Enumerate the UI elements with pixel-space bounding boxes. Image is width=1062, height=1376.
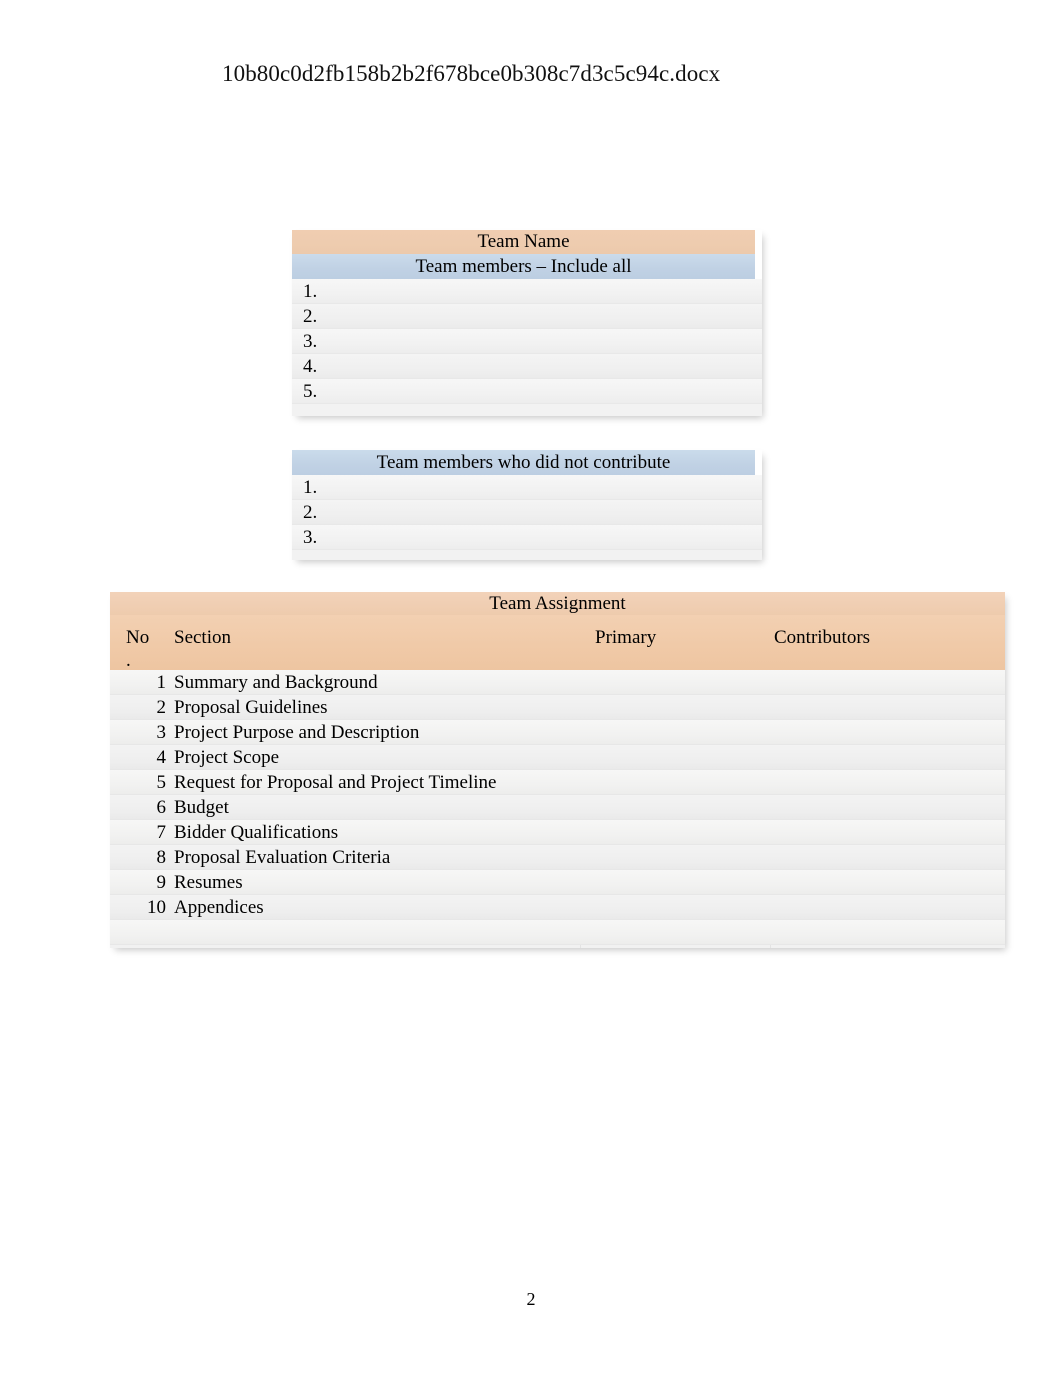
no-contribute-table: Team members who did not contribute 1. 2… xyxy=(292,450,762,560)
table-row[interactable]: 3 Project Purpose and Description xyxy=(110,720,1005,745)
team-member-index: 2. xyxy=(303,306,318,327)
cell-section: Bidder Qualifications xyxy=(174,822,339,843)
team-member-row[interactable]: 2. xyxy=(292,304,762,329)
cell-no: 7 xyxy=(156,822,167,843)
team-name-table: Team Name Team members – Include all 1. … xyxy=(292,230,762,416)
column-header-no-line2: . xyxy=(126,650,131,671)
column-header-contributors: Contributors xyxy=(774,627,871,648)
cell-section: Proposal Guidelines xyxy=(174,697,328,718)
table-row[interactable]: 7 Bidder Qualifications xyxy=(110,820,1005,845)
team-member-index: 3. xyxy=(303,331,318,352)
table-row[interactable]: 8 Proposal Evaluation Criteria xyxy=(110,845,1005,870)
team-assignment-title: Team Assignment xyxy=(110,592,1005,615)
cell-no: 10 xyxy=(147,897,166,918)
team-assignment-header-row: No . Section Primary Contributors xyxy=(110,615,1005,672)
team-assignment-body: 1 Summary and Background 2 Proposal Guid… xyxy=(110,670,1005,948)
team-member-row[interactable]: 1. xyxy=(292,279,762,304)
team-member-row[interactable]: 4. xyxy=(292,354,762,379)
cell-section: Proposal Evaluation Criteria xyxy=(174,847,391,868)
cell-section: Summary and Background xyxy=(174,672,378,693)
cell-section: Resumes xyxy=(174,872,243,893)
table-row[interactable]: 6 Budget xyxy=(110,795,1005,820)
cell-no: 2 xyxy=(156,697,167,718)
team-name-title: Team Name xyxy=(292,230,755,254)
team-member-row[interactable]: 5. xyxy=(292,379,762,404)
column-header-section: Section xyxy=(174,627,231,648)
table-row[interactable]: 10 Appendices xyxy=(110,895,1005,920)
page-number: 2 xyxy=(526,1289,536,1309)
table-row[interactable] xyxy=(110,920,1005,945)
no-contribute-rows: 1. 2. 3. xyxy=(292,475,762,560)
cell-section: Project Purpose and Description xyxy=(174,722,420,743)
column-header-no-line1: No xyxy=(126,627,150,648)
cell-no: 1 xyxy=(156,672,167,693)
no-contribute-row[interactable]: 1. xyxy=(292,475,762,500)
cell-no: 9 xyxy=(156,872,167,893)
no-contribute-row[interactable]: 2. xyxy=(292,500,762,525)
cell-section: Request for Proposal and Project Timelin… xyxy=(174,772,497,793)
cell-section: Budget xyxy=(174,797,229,818)
team-member-row[interactable]: 3. xyxy=(292,329,762,354)
no-contribute-index: 3. xyxy=(303,527,318,548)
no-contribute-index: 1. xyxy=(303,477,318,498)
document-filename: 10b80c0d2fb158b2b2f678bce0b308c7d3c5c94c… xyxy=(222,61,721,86)
no-contribute-row[interactable]: 3. xyxy=(292,525,762,550)
cell-no: 4 xyxy=(156,747,167,768)
team-member-index: 1. xyxy=(303,281,318,302)
column-header-primary: Primary xyxy=(595,627,657,648)
cell-section: Appendices xyxy=(174,897,264,918)
team-members-subheader: Team members – Include all xyxy=(292,254,755,279)
cell-no: 5 xyxy=(156,772,167,793)
cell-no: 8 xyxy=(156,847,167,868)
no-contribute-header: Team members who did not contribute xyxy=(292,450,755,475)
cell-no: 6 xyxy=(156,797,167,818)
team-member-index: 4. xyxy=(303,356,318,377)
no-contribute-index: 2. xyxy=(303,502,318,523)
cell-no: 3 xyxy=(156,722,167,743)
table-row[interactable]: 2 Proposal Guidelines xyxy=(110,695,1005,720)
team-assignment-table: Team Assignment No . Section Primary Con… xyxy=(110,592,1005,948)
document-page: 10b80c0d2fb158b2b2f678bce0b308c7d3c5c94c… xyxy=(0,0,1062,1376)
table-row[interactable]: 9 Resumes xyxy=(110,870,1005,895)
column-header-no: No . xyxy=(126,626,174,672)
team-name-rows: 1. 2. 3. 4. 5. xyxy=(292,279,762,416)
team-member-index: 5. xyxy=(303,381,318,402)
table-row[interactable]: 4 Project Scope xyxy=(110,745,1005,770)
table-row[interactable]: 1 Summary and Background xyxy=(110,670,1005,695)
table-row[interactable]: 5 Request for Proposal and Project Timel… xyxy=(110,770,1005,795)
cell-section: Project Scope xyxy=(174,747,280,768)
